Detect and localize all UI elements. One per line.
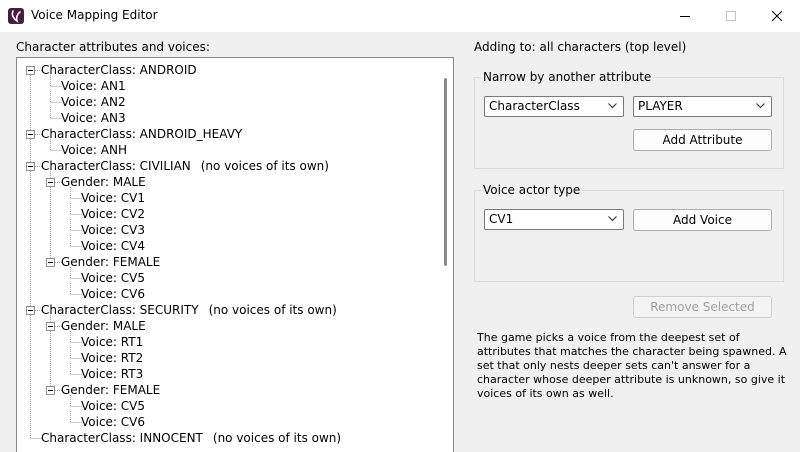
- attribute-value-select[interactable]: PLAYER: [633, 96, 772, 117]
- close-button[interactable]: [754, 0, 800, 32]
- voice-actor-select[interactable]: CV1: [484, 209, 624, 230]
- tree-node[interactable]: Voice: ANH: [61, 142, 127, 158]
- tree-node[interactable]: Voice: CV5: [81, 398, 145, 414]
- attribute-select-value: CharacterClass: [489, 99, 580, 113]
- tree-node-label: Gender: MALE: [61, 319, 146, 333]
- tree-node-label: Voice: AN3: [61, 111, 126, 125]
- tree-node[interactable]: Voice: AN3: [61, 110, 126, 126]
- tree-node-label: Voice: CV1: [81, 191, 146, 205]
- window-title: Voice Mapping Editor: [31, 8, 158, 22]
- narrow-group-title: Narrow by another attribute: [481, 70, 654, 84]
- tree-label: Character attributes and voices:: [16, 40, 210, 54]
- tree-node-label: Voice: CV2: [81, 207, 146, 221]
- tree-node[interactable]: CharacterClass: SECURITY (no voices of it…: [41, 302, 337, 318]
- tree-node[interactable]: Voice: CV1: [81, 190, 145, 206]
- tree-node[interactable]: Voice: AN2: [61, 94, 126, 110]
- tree-node-label: Voice: RT3: [81, 367, 144, 381]
- maximize-button[interactable]: [708, 0, 754, 32]
- collapse-toggle-icon[interactable]: [46, 178, 55, 187]
- tree-node-label: Voice: CV6: [81, 287, 146, 301]
- narrow-attribute-group: Narrow by another attribute CharacterCla…: [474, 70, 784, 169]
- collapse-toggle-icon[interactable]: [46, 386, 55, 395]
- add-attribute-button[interactable]: Add Attribute: [633, 129, 772, 151]
- tree-node[interactable]: Gender: FEMALE: [61, 382, 160, 398]
- chevron-down-icon: [608, 103, 617, 109]
- tree-node[interactable]: CharacterClass: INNOCENT (no voices of it…: [41, 430, 341, 446]
- tree-node-label: Voice: CV5: [81, 399, 146, 413]
- chevron-down-icon: [756, 103, 765, 109]
- tree-node[interactable]: Voice: CV3: [81, 222, 145, 238]
- tree-node-label: CharacterClass: ANDROID: [41, 63, 197, 77]
- voice-actor-select-value: CV1: [489, 212, 514, 226]
- tree-node-label: CharacterClass: SECURITY: [41, 303, 199, 317]
- tree-node-label: CharacterClass: ANDROID_HEAVY: [41, 127, 243, 141]
- tree-node-label: Voice: CV5: [81, 271, 146, 285]
- tree-node-label: Voice: CV3: [81, 223, 146, 237]
- tree-node-label: Voice: RT2: [81, 351, 144, 365]
- tree-node-label: Voice: AN2: [61, 95, 126, 109]
- tree-node-label: Voice: RT1: [81, 335, 144, 349]
- minimize-icon: [680, 16, 690, 17]
- app-logo-icon: [8, 8, 24, 24]
- tree-node-label: Voice: CV4: [81, 239, 146, 253]
- tree-node-label: Voice: AN1: [61, 79, 126, 93]
- collapse-toggle-icon[interactable]: [26, 130, 35, 139]
- tree-node-label: Gender: MALE: [61, 175, 146, 189]
- tree-node[interactable]: Voice: CV5: [81, 270, 145, 286]
- tree-node[interactable]: CharacterClass: ANDROID_HEAVY: [41, 126, 242, 142]
- voice-group-title: Voice actor type: [481, 183, 583, 197]
- voice-actor-group: Voice actor type CV1 Add Voice: [474, 183, 784, 282]
- attribute-value-select-value: PLAYER: [638, 99, 683, 113]
- tree-node[interactable]: Voice: RT1: [81, 334, 143, 350]
- tree-scrollbar[interactable]: [439, 58, 453, 452]
- minimize-button[interactable]: [662, 0, 708, 32]
- collapse-toggle-icon[interactable]: [46, 322, 55, 331]
- tree-node-label: Voice: CV6: [81, 415, 146, 429]
- title-bar: Voice Mapping Editor: [0, 0, 800, 32]
- tree-node[interactable]: Gender: FEMALE: [61, 254, 160, 270]
- chevron-down-icon: [608, 216, 617, 222]
- tree-node-label: Voice: ANH: [61, 143, 127, 157]
- maximize-icon: [726, 11, 736, 21]
- tree-node[interactable]: Voice: CV6: [81, 286, 145, 302]
- tree-node-note: (no voices of its own): [200, 159, 329, 173]
- collapse-toggle-icon[interactable]: [26, 162, 35, 171]
- collapse-toggle-icon[interactable]: [26, 66, 35, 75]
- tree-node-label: CharacterClass: CIVILIAN: [41, 159, 191, 173]
- tree-node[interactable]: Gender: MALE: [61, 174, 146, 190]
- attribute-select[interactable]: CharacterClass: [484, 96, 624, 117]
- collapse-toggle-icon[interactable]: [46, 258, 55, 267]
- attribute-tree[interactable]: CharacterClass: ANDROID Voice: AN1 Voice: …: [16, 57, 454, 452]
- tree-node[interactable]: Gender: MALE: [61, 318, 146, 334]
- tree-node[interactable]: Voice: RT2: [81, 350, 143, 366]
- tree-node-note: (no voices of its own): [208, 303, 337, 317]
- adding-to-label: Adding to: all characters (top level): [474, 40, 687, 54]
- info-text: The game picks a voice from the deepest …: [477, 331, 787, 400]
- tree-node[interactable]: CharacterClass: CIVILIAN (no voices of it…: [41, 158, 329, 174]
- tree-node-label: CharacterClass: INNOCENT: [41, 431, 203, 445]
- tree-node-label: Gender: FEMALE: [61, 255, 161, 269]
- scrollbar-thumb[interactable]: [444, 78, 447, 266]
- tree-node-label: Gender: FEMALE: [61, 383, 161, 397]
- tree-node[interactable]: Voice: CV6: [81, 414, 145, 430]
- tree-node[interactable]: Voice: RT3: [81, 366, 143, 382]
- tree-node[interactable]: Voice: AN1: [61, 78, 126, 94]
- tree-node[interactable]: CharacterClass: ANDROID: [41, 62, 197, 78]
- add-voice-button[interactable]: Add Voice: [633, 209, 772, 231]
- collapse-toggle-icon[interactable]: [26, 306, 35, 315]
- tree-node-note: (no voices of its own): [212, 431, 342, 445]
- tree-node[interactable]: Voice: CV4: [81, 238, 145, 254]
- client-area: Character attributes and voices: Charact…: [0, 32, 800, 452]
- remove-selected-button[interactable]: Remove Selected: [633, 296, 772, 318]
- close-icon: [772, 11, 782, 21]
- tree-node[interactable]: Voice: CV2: [81, 206, 145, 222]
